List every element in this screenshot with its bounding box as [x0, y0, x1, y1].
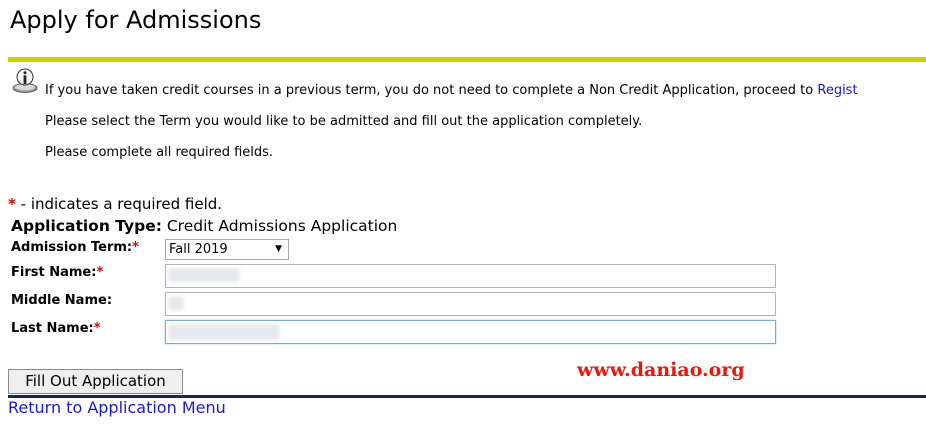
redacted-last-name [168, 324, 280, 340]
admission-term-select[interactable]: Fall 2019 ▼ [165, 239, 289, 260]
admission-term-label-text: Admission Term: [11, 240, 133, 255]
info-required-fields: Please complete all required fields. [45, 145, 274, 160]
required-legend: * - indicates a required field. [8, 195, 222, 213]
middle-name-input[interactable] [165, 292, 776, 316]
registration-link[interactable]: Regist [817, 83, 857, 98]
first-name-label-text: First Name: [11, 265, 97, 280]
required-legend-text: - indicates a required field. [20, 195, 223, 213]
admission-term-label: Admission Term:* [11, 240, 139, 255]
last-name-label: Last Name:* [11, 321, 101, 336]
redacted-first-name [168, 268, 240, 282]
admission-term-selected: Fall 2019 [169, 242, 228, 257]
first-name-label: First Name:* [11, 265, 103, 280]
first-name-input[interactable] [165, 264, 776, 288]
info-select-term: Please select the Term you would like to… [45, 114, 643, 129]
fill-out-application-button[interactable]: Fill Out Application [8, 369, 183, 394]
redacted-middle-name [168, 296, 184, 310]
info-previous-term-text: If you have taken credit courses in a pr… [45, 83, 818, 98]
info-previous-term: If you have taken credit courses in a pr… [45, 83, 858, 98]
application-type: Application Type: Credit Admissions Appl… [11, 217, 397, 235]
required-star-icon: * [96, 265, 104, 280]
page-title: Apply for Admissions [10, 6, 262, 34]
required-star-icon: * [132, 240, 139, 255]
application-type-label: Application Type: [11, 217, 162, 235]
application-type-value: Credit Admissions Application [166, 217, 398, 235]
info-icon [12, 68, 38, 93]
required-star-icon: * [93, 321, 101, 336]
title-divider [8, 57, 926, 62]
required-star-icon: * [8, 195, 16, 213]
middle-name-label: Middle Name: [11, 293, 113, 308]
watermark: www.daniao.org [577, 359, 745, 381]
return-to-menu-link[interactable]: Return to Application Menu [8, 398, 226, 417]
last-name-label-text: Last Name: [11, 321, 94, 336]
chevron-down-icon: ▼ [275, 244, 282, 254]
